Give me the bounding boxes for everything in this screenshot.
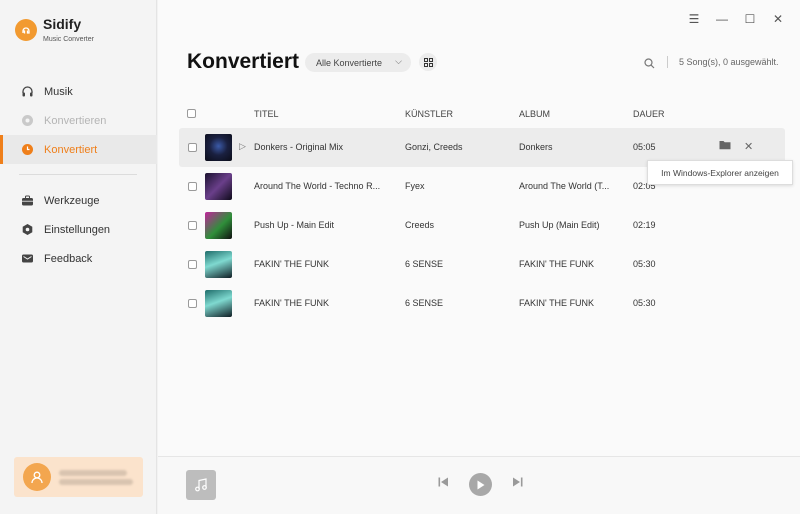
track-album: Around The World (T... — [519, 181, 610, 191]
user-info-redacted — [59, 467, 133, 488]
close-icon[interactable]: ✕ — [772, 12, 784, 26]
table-row[interactable]: Push Up - Main Edit Creeds Push Up (Main… — [179, 206, 785, 245]
tooltip: Im Windows-Explorer anzeigen — [647, 160, 793, 185]
page-title: Konvertiert — [187, 50, 300, 73]
sidebar: Sidify Music Converter Musik Konvertiere… — [0, 0, 157, 514]
menu-icon[interactable]: ☰ — [688, 12, 700, 26]
nav-item-konvertiert[interactable]: Konvertiert — [0, 135, 157, 164]
track-artist: 6 SENSE — [405, 259, 444, 269]
maximize-icon[interactable]: ☐ — [744, 12, 756, 26]
nav-item-label: Einstellungen — [44, 223, 111, 236]
column-header-title[interactable]: TITEL — [254, 109, 279, 119]
table-header: TITEL KÜNSTLER ALBUM DAUER — [187, 106, 785, 122]
filter-dropdown[interactable]: Alle Konvertierte ⌵ — [305, 53, 411, 72]
track-duration: 05:30 — [633, 259, 656, 269]
folder-icon[interactable] — [719, 140, 731, 153]
user-account-card[interactable] — [14, 457, 143, 497]
track-album: FAKIN' THE FUNK — [519, 259, 595, 269]
track-title: FAKIN' THE FUNK — [254, 298, 330, 308]
table-row[interactable]: FAKIN' THE FUNK 6 SENSE FAKIN' THE FUNK … — [179, 284, 785, 323]
nav-item-label: Konvertieren — [44, 114, 107, 127]
track-title: Push Up - Main Edit — [254, 220, 335, 230]
brand: Sidify Music Converter — [15, 16, 94, 43]
song-count-status: 5 Song(s), 0 ausgewählt. — [679, 57, 779, 67]
search-button[interactable] — [644, 56, 655, 74]
grid-icon — [423, 57, 433, 67]
headphones-icon — [21, 85, 34, 98]
row-checkbox[interactable] — [188, 143, 197, 152]
brand-name: Sidify — [43, 16, 82, 32]
grid-view-button[interactable] — [419, 53, 437, 71]
row-checkbox[interactable] — [188, 182, 197, 191]
main-panel: ☰ — ☐ ✕ Konvertiert Alle Konvertierte ⌵ … — [158, 0, 800, 514]
mail-icon — [21, 252, 34, 265]
settings-icon — [21, 223, 34, 236]
music-note-icon — [195, 478, 207, 492]
minimize-icon[interactable]: — — [716, 12, 728, 26]
nav-item-konvertieren[interactable]: Konvertieren — [0, 106, 157, 135]
track-title: Donkers - Original Mix — [254, 142, 344, 152]
nav-item-label: Konvertiert — [44, 143, 98, 156]
nav-item-label: Werkzeuge — [44, 194, 100, 207]
skip-back-icon — [438, 477, 448, 487]
track-artist: Fyex — [405, 181, 425, 191]
row-checkbox[interactable] — [188, 260, 197, 269]
nav-item-werkzeuge[interactable]: Werkzeuge — [0, 186, 157, 215]
play-icon[interactable]: ▷ — [239, 141, 246, 152]
row-checkbox[interactable] — [188, 299, 197, 308]
row-checkbox[interactable] — [188, 221, 197, 230]
toolbox-icon — [21, 194, 34, 207]
track-duration: 05:30 — [633, 298, 656, 308]
track-title: Around The World - Techno R... — [254, 181, 381, 191]
play-button[interactable] — [469, 473, 492, 496]
clock-icon — [21, 143, 34, 156]
column-header-album[interactable]: ALBUM — [519, 109, 550, 119]
track-title: FAKIN' THE FUNK — [254, 259, 330, 269]
player-bar — [158, 456, 800, 514]
track-album: Push Up (Main Edit) — [519, 220, 600, 230]
convert-icon — [21, 114, 34, 127]
divider — [667, 56, 668, 68]
window-controls: ☰ — ☐ ✕ — [688, 12, 784, 26]
track-album: Donkers — [519, 142, 553, 152]
search-icon — [644, 58, 655, 69]
nav-item-feedback[interactable]: Feedback — [0, 244, 157, 273]
column-header-duration[interactable]: DAUER — [633, 109, 665, 119]
skip-forward-icon — [513, 477, 523, 487]
column-header-artist[interactable]: KÜNSTLER — [405, 109, 453, 119]
sidify-logo-icon — [15, 19, 37, 41]
previous-track-button[interactable] — [438, 474, 449, 492]
nav-item-label: Musik — [44, 85, 73, 98]
nav-item-musik[interactable]: Musik — [0, 77, 157, 106]
album-art — [205, 251, 232, 278]
next-track-button[interactable] — [512, 474, 523, 492]
track-album: FAKIN' THE FUNK — [519, 298, 595, 308]
nav-item-label: Feedback — [44, 252, 93, 265]
delete-icon[interactable]: ✕ — [744, 140, 753, 153]
play-icon — [477, 480, 485, 489]
album-art — [205, 173, 232, 200]
track-artist: Creeds — [405, 220, 435, 230]
brand-subtitle: Music Converter — [43, 36, 94, 43]
table-row[interactable]: FAKIN' THE FUNK 6 SENSE FAKIN' THE FUNK … — [179, 245, 785, 284]
nav-item-einstellungen[interactable]: Einstellungen — [0, 215, 157, 244]
nav-divider — [19, 174, 137, 175]
track-duration: 05:05 — [633, 142, 656, 152]
tools-nav: Werkzeuge Einstellungen Feedback — [0, 186, 157, 273]
main-nav: Musik Konvertieren Konvertiert — [0, 77, 157, 164]
album-art — [205, 290, 232, 317]
filter-value: Alle Konvertierte — [316, 57, 383, 68]
avatar — [23, 463, 51, 491]
now-playing-art — [186, 470, 216, 500]
track-duration: 02:19 — [633, 220, 656, 230]
track-artist: 6 SENSE — [405, 298, 444, 308]
track-artist: Gonzi, Creeds — [405, 142, 463, 152]
album-art — [205, 134, 232, 161]
select-all-checkbox[interactable] — [187, 109, 196, 118]
chevron-down-icon: ⌵ — [395, 56, 402, 66]
album-art — [205, 212, 232, 239]
